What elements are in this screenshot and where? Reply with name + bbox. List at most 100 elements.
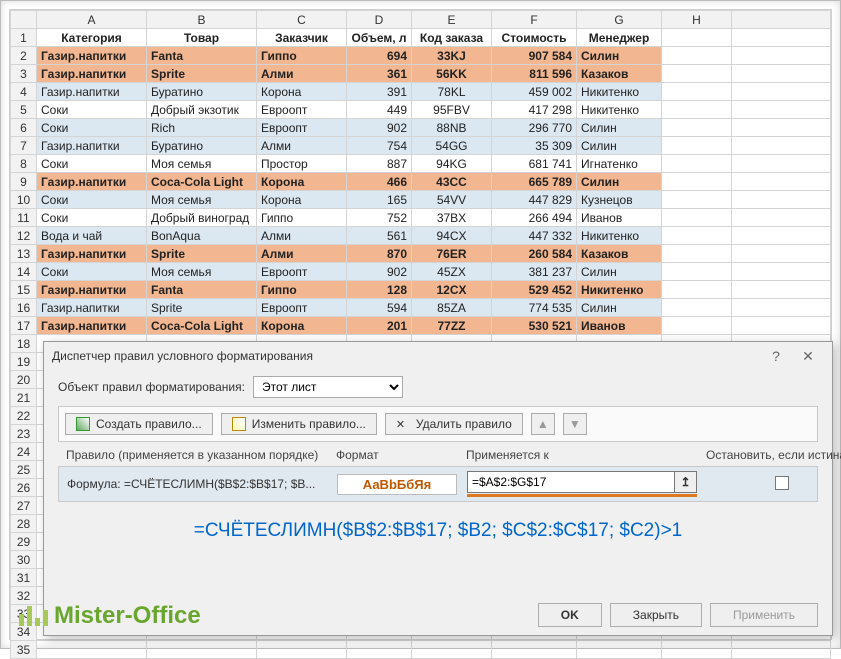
cell[interactable]: Код заказа: [412, 29, 492, 47]
row-header[interactable]: 29: [11, 533, 37, 551]
cell[interactable]: Газир.напитки: [37, 47, 147, 65]
cell[interactable]: 43CC: [412, 173, 492, 191]
cell[interactable]: Соки: [37, 101, 147, 119]
column-header[interactable]: B: [147, 11, 257, 29]
cell[interactable]: [662, 47, 732, 65]
cell[interactable]: Силин: [577, 263, 662, 281]
cell[interactable]: 45ZX: [412, 263, 492, 281]
row-header[interactable]: 10: [11, 191, 37, 209]
cell[interactable]: [662, 29, 732, 47]
row-header[interactable]: 24: [11, 443, 37, 461]
row-header[interactable]: 30: [11, 551, 37, 569]
cell[interactable]: Никитенко: [577, 227, 662, 245]
cell[interactable]: Соки: [37, 155, 147, 173]
cell[interactable]: 260 584: [492, 245, 577, 263]
cell[interactable]: [662, 209, 732, 227]
cell[interactable]: [662, 641, 732, 659]
cell[interactable]: 459 002: [492, 83, 577, 101]
cell[interactable]: [732, 245, 831, 263]
cell[interactable]: Казаков: [577, 65, 662, 83]
row-header[interactable]: 15: [11, 281, 37, 299]
cell[interactable]: Моя семья: [147, 155, 257, 173]
cell[interactable]: Алми: [257, 65, 347, 83]
cell[interactable]: Fanta: [147, 47, 257, 65]
column-header[interactable]: E: [412, 11, 492, 29]
column-headers[interactable]: ABCDEFGH: [11, 11, 831, 29]
cell[interactable]: Евроопт: [257, 101, 347, 119]
cell[interactable]: Корона: [257, 317, 347, 335]
cell[interactable]: Газир.напитки: [37, 245, 147, 263]
cell[interactable]: 466: [347, 173, 412, 191]
cell[interactable]: 76ER: [412, 245, 492, 263]
cell[interactable]: [662, 191, 732, 209]
cell[interactable]: 752: [347, 209, 412, 227]
cell[interactable]: [662, 101, 732, 119]
cell[interactable]: [257, 641, 347, 659]
cell[interactable]: [732, 155, 831, 173]
cell[interactable]: Никитенко: [577, 101, 662, 119]
cell[interactable]: [147, 641, 257, 659]
row-header[interactable]: 14: [11, 263, 37, 281]
row-header[interactable]: 16: [11, 299, 37, 317]
cell[interactable]: [732, 191, 831, 209]
cell[interactable]: 201: [347, 317, 412, 335]
cell[interactable]: Буратино: [147, 83, 257, 101]
row-header[interactable]: 25: [11, 461, 37, 479]
cell[interactable]: 447 829: [492, 191, 577, 209]
cell[interactable]: Менеджер: [577, 29, 662, 47]
row-header[interactable]: 12: [11, 227, 37, 245]
cell[interactable]: 128: [347, 281, 412, 299]
column-header[interactable]: C: [257, 11, 347, 29]
column-header[interactable]: G: [577, 11, 662, 29]
cell[interactable]: [732, 263, 831, 281]
cell[interactable]: Корона: [257, 173, 347, 191]
cell[interactable]: Корона: [257, 83, 347, 101]
cell[interactable]: 561: [347, 227, 412, 245]
cell[interactable]: Корона: [257, 191, 347, 209]
row-header[interactable]: 13: [11, 245, 37, 263]
scope-select[interactable]: Этот лист: [253, 376, 403, 398]
cell[interactable]: 35 309: [492, 137, 577, 155]
row-header[interactable]: 2: [11, 47, 37, 65]
cell[interactable]: Газир.напитки: [37, 65, 147, 83]
close-button[interactable]: Закрыть: [610, 603, 702, 627]
row-header[interactable]: 23: [11, 425, 37, 443]
cell[interactable]: [732, 173, 831, 191]
cell[interactable]: Coca-Cola Light: [147, 173, 257, 191]
cell[interactable]: Стоимость: [492, 29, 577, 47]
cell[interactable]: [662, 83, 732, 101]
row-header[interactable]: 17: [11, 317, 37, 335]
cell[interactable]: 694: [347, 47, 412, 65]
cell[interactable]: Газир.напитки: [37, 281, 147, 299]
cell[interactable]: [662, 173, 732, 191]
cell[interactable]: [732, 137, 831, 155]
cell[interactable]: 530 521: [492, 317, 577, 335]
cell[interactable]: Заказчик: [257, 29, 347, 47]
cell[interactable]: [732, 83, 831, 101]
cell[interactable]: Силин: [577, 137, 662, 155]
cell[interactable]: [732, 209, 831, 227]
cell[interactable]: [662, 137, 732, 155]
cell[interactable]: Газир.напитки: [37, 299, 147, 317]
cell[interactable]: 266 494: [492, 209, 577, 227]
column-header[interactable]: [732, 11, 831, 29]
row-header[interactable]: 11: [11, 209, 37, 227]
cell[interactable]: [732, 317, 831, 335]
cell[interactable]: Вода и чай: [37, 227, 147, 245]
close-icon[interactable]: ✕: [792, 348, 824, 365]
cell[interactable]: Газир.напитки: [37, 137, 147, 155]
cell[interactable]: Fanta: [147, 281, 257, 299]
cell[interactable]: Rich: [147, 119, 257, 137]
cell[interactable]: Казаков: [577, 245, 662, 263]
cell[interactable]: 907 584: [492, 47, 577, 65]
cell[interactable]: 95FBV: [412, 101, 492, 119]
cell[interactable]: [662, 155, 732, 173]
cell[interactable]: 887: [347, 155, 412, 173]
cell[interactable]: [662, 65, 732, 83]
cell[interactable]: Силин: [577, 299, 662, 317]
row-header[interactable]: 18: [11, 335, 37, 353]
row-header[interactable]: 8: [11, 155, 37, 173]
column-header[interactable]: H: [662, 11, 732, 29]
cell[interactable]: 594: [347, 299, 412, 317]
cell[interactable]: [577, 641, 662, 659]
